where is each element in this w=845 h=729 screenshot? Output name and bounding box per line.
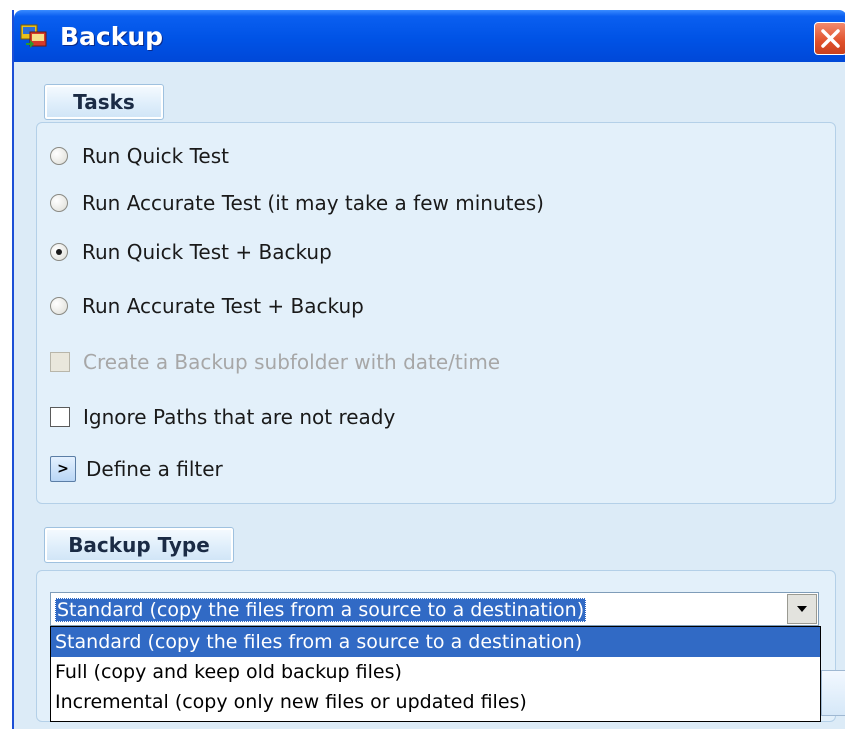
subfolder-checkbox-label: Create a Backup subfolder with date/time (83, 350, 501, 374)
dropdown-option-standard[interactable]: Standard (copy the files from a source t… (51, 627, 820, 657)
ignore-paths-checkbox[interactable] (50, 407, 70, 427)
close-icon (821, 29, 840, 48)
define-filter-row: > Define a filter (50, 455, 223, 483)
option-run-quick-test-backup[interactable]: Run Quick Test + Backup (50, 238, 332, 266)
radio-run-quick-test-backup[interactable] (50, 243, 68, 261)
partially-hidden-button[interactable] (821, 670, 845, 716)
dropdown-arrow-button[interactable] (787, 594, 817, 624)
title-bar[interactable]: Backup (14, 10, 845, 62)
option-run-accurate-test-backup[interactable]: Run Accurate Test + Backup (50, 292, 364, 320)
window-title: Backup (60, 22, 164, 51)
define-filter-button[interactable]: > (50, 456, 76, 482)
define-filter-label: Define a filter (86, 457, 223, 481)
subfolder-checkbox (50, 352, 70, 372)
dropdown-option-incremental[interactable]: Incremental (copy only new files or upda… (51, 687, 820, 717)
subfolder-checkbox-row: Create a Backup subfolder with date/time (50, 348, 500, 376)
backup-window: Backup Tasks Run Quick Test Run Accurate… (12, 10, 845, 729)
tasks-section-label: Tasks (44, 84, 164, 120)
option-label: Run Accurate Test + Backup (82, 294, 364, 318)
backup-app-icon (20, 23, 48, 49)
radio-run-accurate-test-backup[interactable] (50, 297, 68, 315)
ignore-paths-checkbox-row[interactable]: Ignore Paths that are not ready (50, 403, 395, 431)
option-label: Run Quick Test (82, 144, 230, 168)
option-run-accurate-test[interactable]: Run Accurate Test (it may take a few min… (50, 189, 544, 217)
radio-run-quick-test[interactable] (50, 147, 68, 165)
option-label: Run Quick Test + Backup (82, 240, 332, 264)
chevron-down-icon (797, 606, 807, 612)
option-label: Run Accurate Test (it may take a few min… (82, 191, 544, 215)
close-button[interactable] (814, 22, 845, 55)
backup-type-dropdown-list: Standard (copy the files from a source t… (50, 626, 821, 722)
backup-type-selected-value: Standard (copy the files from a source t… (55, 598, 587, 622)
backup-type-section-label: Backup Type (44, 527, 234, 563)
dropdown-option-full[interactable]: Full (copy and keep old backup files) (51, 657, 820, 687)
option-run-quick-test[interactable]: Run Quick Test (50, 142, 229, 170)
ignore-paths-label: Ignore Paths that are not ready (83, 405, 396, 429)
radio-run-accurate-test[interactable] (50, 194, 68, 212)
backup-type-select[interactable]: Standard (copy the files from a source t… (50, 592, 819, 626)
